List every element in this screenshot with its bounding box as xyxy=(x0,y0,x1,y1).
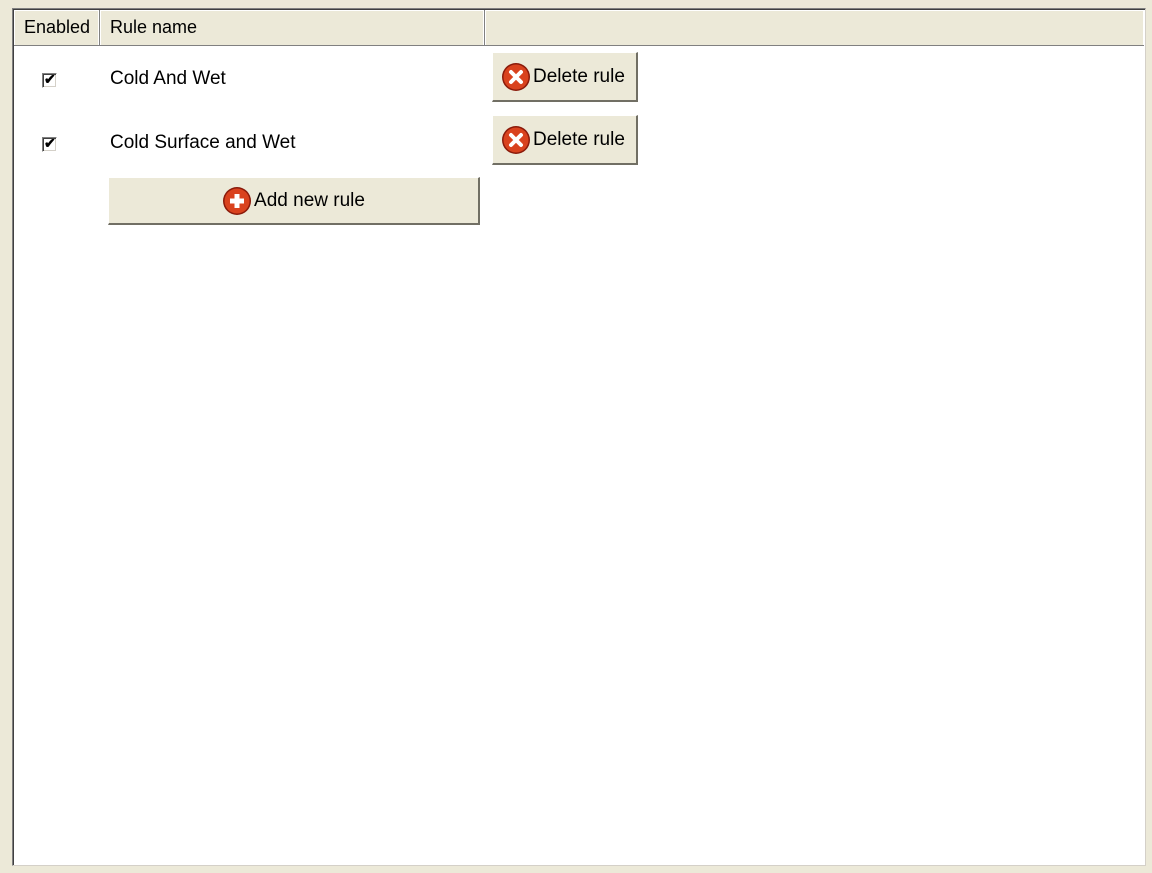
delete-rule-label: Delete rule xyxy=(533,65,625,87)
column-header-enabled[interactable]: Enabled xyxy=(14,10,100,45)
table-row: ✔ Cold Surface and Wet Delete rule xyxy=(14,115,654,165)
rule-name-label: Cold And Wet xyxy=(110,68,226,89)
checkmark-icon: ✔ xyxy=(44,135,56,151)
table-row: ✔ Cold And Wet Delete rule xyxy=(14,52,654,102)
rules-window: Enabled Rule name ✔ Cold And Wet Delete … xyxy=(0,0,1152,873)
add-circle-icon xyxy=(223,186,252,215)
enabled-checkbox[interactable]: ✔ xyxy=(42,135,57,152)
checkmark-icon: ✔ xyxy=(44,71,56,87)
column-header-actions[interactable] xyxy=(485,10,1144,45)
delete-rule-button[interactable]: Delete rule xyxy=(492,52,638,102)
delete-circle-icon xyxy=(502,62,530,91)
enabled-checkbox[interactable]: ✔ xyxy=(42,71,57,88)
delete-rule-label: Delete rule xyxy=(533,128,625,150)
column-header-rule-name[interactable]: Rule name xyxy=(100,10,485,45)
add-new-rule-button[interactable]: Add new rule xyxy=(108,177,480,225)
column-header: Enabled Rule name xyxy=(14,10,1144,46)
rules-list-panel: Enabled Rule name ✔ Cold And Wet Delete … xyxy=(12,8,1146,866)
rule-name-label: Cold Surface and Wet xyxy=(110,132,296,153)
add-new-rule-label: Add new rule xyxy=(254,189,365,211)
delete-circle-icon xyxy=(502,125,530,154)
delete-rule-button[interactable]: Delete rule xyxy=(492,115,638,165)
